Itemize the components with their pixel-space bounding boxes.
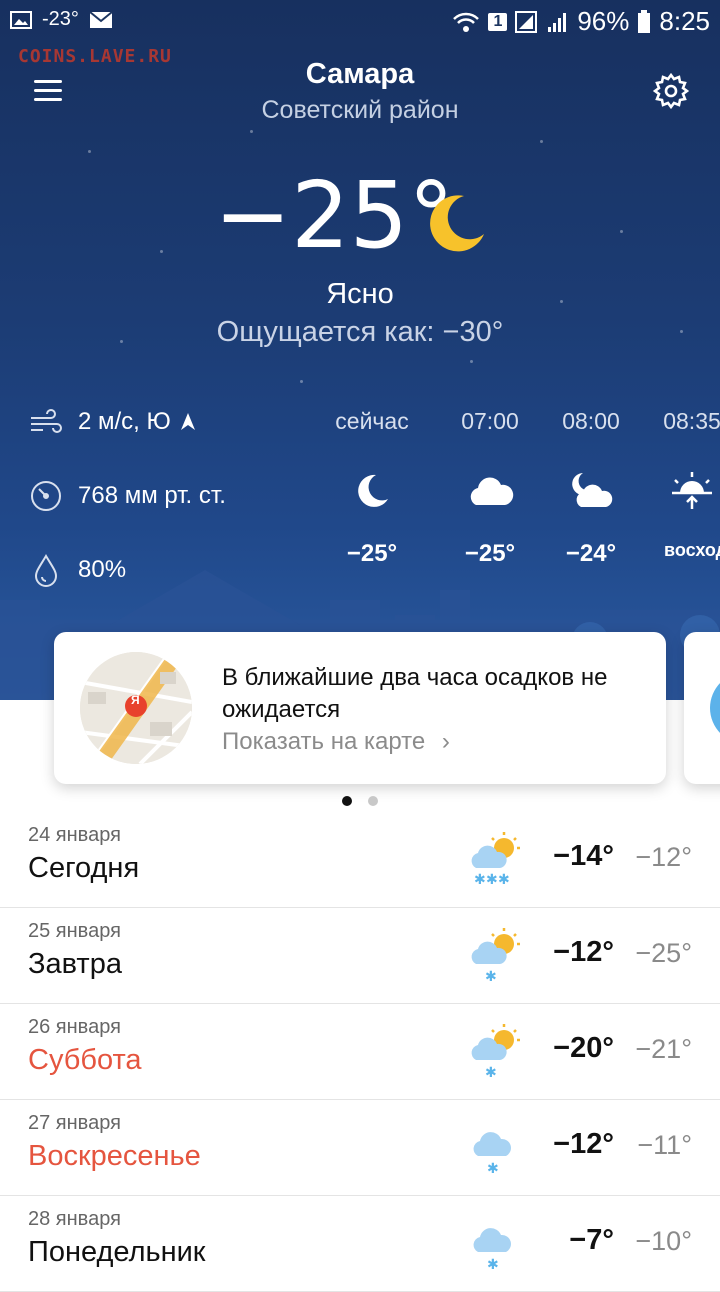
feels-like-text: Ощущается как: −30°: [216, 316, 504, 348]
forecast-day: Понедельник: [28, 1236, 206, 1268]
forecast-date: 25 января: [28, 920, 121, 942]
svg-text:✱: ✱: [487, 1161, 499, 1176]
hero-panel: -23° 1 96% 8:25 COINS.LAVE.RU Самара Сов…: [0, 0, 720, 700]
carousel-dots: [0, 796, 720, 808]
forecast-day: Сегодня: [28, 852, 140, 884]
forecast-date: 28 января: [28, 1208, 121, 1230]
forecast-high-temp: −12°: [553, 1128, 614, 1160]
pressure-detail: 768 мм рт. ст.: [28, 478, 226, 514]
show-on-map-link[interactable]: Показать на карте ›: [222, 728, 450, 756]
battery-icon: [638, 9, 651, 33]
forecast-high-temp: −14°: [553, 840, 614, 872]
cloud-snow-icon: ✱: [473, 1132, 511, 1176]
hour-temp: −25°: [464, 540, 516, 567]
forecast-day: Воскресенье: [28, 1140, 201, 1172]
forecast-high-temp: −12°: [553, 936, 614, 968]
gear-icon[interactable]: [652, 72, 690, 110]
hour-temp: −25°: [346, 540, 398, 567]
map-preview-image: [80, 652, 192, 764]
forecast-low-temp: −21°: [635, 1034, 692, 1064]
forecast-row[interactable]: 28 января Понедельник ✱ −7° −10°: [0, 1196, 720, 1292]
forecast-row[interactable]: 26 января Суббота ✱ −20° −21°: [0, 1004, 720, 1100]
map-thumbnail[interactable]: Я: [80, 652, 192, 764]
forecast-high-temp: −20°: [553, 1032, 614, 1064]
card-preview-circle: [710, 672, 720, 744]
wifi-icon: [453, 12, 480, 32]
cloud-icon: [470, 477, 514, 505]
hourly-item[interactable]: 07:00 −25°: [442, 408, 538, 568]
hourly-item[interactable]: сейчас −25°: [324, 408, 420, 568]
hourly-item[interactable]: 08:35 восход: [644, 408, 720, 561]
sim-badge: 1: [488, 12, 508, 31]
humidity-value: 80%: [78, 556, 127, 583]
forecast-row[interactable]: 24 января Сегодня ✱ ✱ ✱ −14° −12°: [0, 812, 720, 908]
wind-detail: 2 м/с, Ю: [28, 404, 197, 440]
forecast-row[interactable]: 27 января Воскресенье ✱ −12° −11°: [0, 1100, 720, 1196]
humidity-detail: 80%: [28, 552, 126, 588]
partly-cloudy-snow-icon: ✱: [471, 928, 520, 984]
mail-notification-icon: [89, 10, 113, 28]
chevron-right-icon: ›: [441, 728, 450, 755]
partly-cloudy-heavy-snow-icon: ✱ ✱ ✱: [471, 832, 520, 888]
carousel-dot-active: [342, 796, 352, 806]
next-card-peek[interactable]: [684, 632, 720, 784]
notification-temp: -23°: [42, 8, 79, 30]
city-name[interactable]: Самара: [0, 58, 720, 91]
carousel-dot: [368, 796, 378, 806]
current-temp: −25°: [214, 162, 455, 269]
wind-value: 2 м/с, Ю: [78, 408, 171, 435]
svg-text:✱: ✱: [485, 969, 497, 984]
wind-direction-arrow-icon: [180, 413, 195, 430]
svg-text:✱: ✱: [487, 1257, 499, 1272]
forecast-low-temp: −25°: [635, 938, 692, 968]
hour-time: 08:00: [562, 408, 620, 434]
svg-text:✱: ✱: [474, 872, 486, 888]
partly-cloudy-snow-icon: ✱: [471, 1024, 520, 1080]
moon-icon: [358, 474, 388, 507]
humidity-drop-icon: [34, 554, 58, 587]
hour-time: 07:00: [461, 408, 519, 434]
show-on-map-label: Показать на карте: [222, 728, 426, 755]
battery-percent: 96%: [577, 6, 630, 36]
district-name: Советский район: [261, 96, 459, 124]
hourly-item[interactable]: 08:00 −24°: [543, 408, 639, 568]
pressure-gauge-icon: [31, 481, 61, 511]
forecast-row[interactable]: 25 января Завтра ✱ −12° −25°: [0, 908, 720, 1004]
forecast-date: 27 января: [28, 1112, 121, 1134]
hour-time: 08:35: [663, 408, 720, 434]
signal-bars-icon: [548, 12, 567, 32]
signal-icon: [515, 10, 538, 33]
nowcast-text: В ближайшие два часа осадков не ожидаетс…: [222, 664, 608, 723]
condition-text: Ясно: [326, 278, 394, 310]
pressure-value: 768 мм рт. ст.: [78, 482, 226, 509]
svg-text:✱: ✱: [486, 872, 498, 888]
forecast-low-temp: −12°: [635, 842, 692, 872]
forecast-high-temp: −7°: [569, 1224, 614, 1256]
status-bar: -23° 1 96% 8:25: [0, 0, 720, 44]
forecast-low-temp: −11°: [637, 1130, 692, 1160]
cloud-snow-icon: ✱: [473, 1228, 511, 1272]
hour-time: сейчас: [335, 408, 409, 434]
map-badge: Я: [131, 693, 140, 707]
forecast-day: Суббота: [28, 1044, 142, 1076]
hour-temp: восход: [664, 540, 720, 560]
forecast-date: 24 января: [28, 824, 121, 846]
gallery-notification-icon: [10, 10, 32, 29]
moon-icon: [430, 195, 484, 252]
wind-icon: [31, 409, 62, 433]
forecast-low-temp: −10°: [635, 1226, 692, 1256]
forecast-date: 26 января: [28, 1016, 121, 1038]
clock: 8:25: [659, 6, 710, 36]
nowcast-card[interactable]: Я В ближайшие два часа осадков не ожидае…: [54, 632, 666, 784]
forecast-day: Завтра: [28, 948, 122, 980]
hour-temp: −24°: [565, 540, 617, 567]
svg-text:✱: ✱: [485, 1065, 497, 1080]
sunrise-icon: [672, 472, 712, 509]
svg-text:✱: ✱: [498, 872, 510, 888]
moon-cloud-icon: [572, 473, 613, 507]
